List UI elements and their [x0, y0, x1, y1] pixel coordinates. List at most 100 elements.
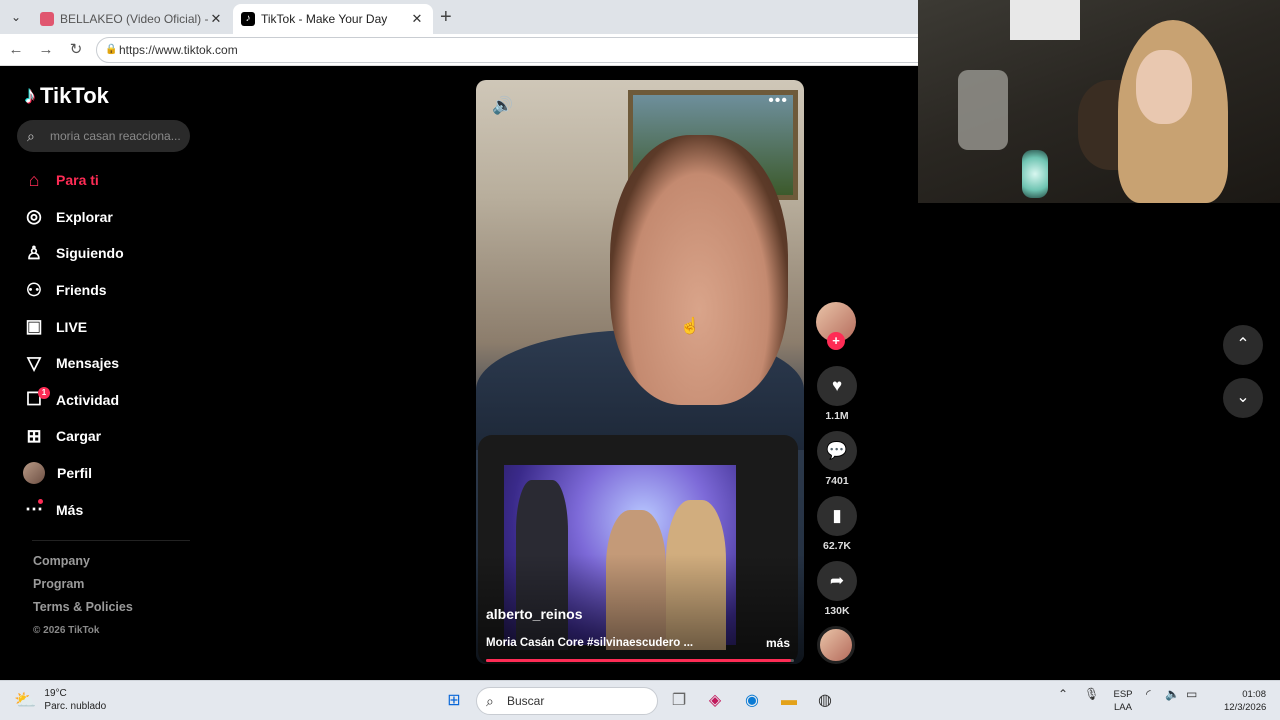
- new-tab-plus-icon[interactable]: +: [440, 6, 452, 29]
- follow-plus-icon[interactable]: +: [827, 332, 845, 350]
- messages-icon: ▽: [27, 352, 41, 373]
- sidebar-item-label: Más: [56, 501, 84, 518]
- compass-icon: ◎: [26, 206, 42, 227]
- search-icon: ⌕: [27, 128, 35, 144]
- sidebar-item-label: Mensajes: [56, 355, 120, 372]
- logo-text: TikTok: [40, 83, 109, 108]
- video-progress-fill: [486, 659, 791, 662]
- sidebar-item-label: Perfil: [57, 465, 93, 482]
- video-person-face: [610, 135, 788, 405]
- tiktok-logo[interactable]: ♪ TikTok: [24, 82, 109, 110]
- friends-icon: ⚇: [25, 279, 43, 300]
- weather-desc: Parc. nublado: [44, 701, 107, 712]
- upload-icon: ⊞: [26, 425, 42, 446]
- windows-start-icon[interactable]: ⊞: [440, 687, 468, 715]
- mouse-cursor-icon: ☝: [680, 318, 700, 335]
- copyright: © 2026 TikTok: [33, 625, 100, 636]
- chevron-up-icon[interactable]: ⌃: [1223, 325, 1263, 365]
- sidebar-item-siguiendo[interactable]: ♙ Siguiendo: [22, 235, 192, 272]
- comment-button[interactable]: 💬 7401: [817, 431, 857, 487]
- following-icon: ♙: [25, 242, 43, 263]
- youtube-favicon-icon: [40, 12, 54, 26]
- author-avatar[interactable]: +: [816, 302, 856, 350]
- video-player[interactable]: 🔊 ••• alberto_reinos Moria Casán Core #s…: [476, 80, 804, 664]
- tab-close-icon[interactable]: ✕: [409, 11, 425, 27]
- microphone-icon[interactable]: 🎙: [1084, 687, 1099, 701]
- taskbar-search[interactable]: ⌕ Buscar: [476, 687, 658, 715]
- share-icon: ➦: [817, 561, 857, 601]
- share-count: 130K: [824, 605, 850, 617]
- tab-tiktok[interactable]: ♪ TikTok - Make Your Day ✕: [233, 4, 433, 34]
- more-options-icon[interactable]: •••: [768, 92, 788, 110]
- search-placeholder: moria casan reacciona...: [50, 129, 181, 143]
- video-username[interactable]: alberto_reinos: [486, 606, 582, 622]
- sidebar-item-mensajes[interactable]: ▽ Mensajes: [22, 345, 192, 382]
- sidebar-item-explorar[interactable]: ◎ Explorar: [22, 199, 192, 236]
- comment-count: 7401: [825, 475, 849, 487]
- sidebar-item-friends[interactable]: ⚇ Friends: [22, 272, 192, 309]
- forward-arrow-icon[interactable]: →: [36, 40, 56, 60]
- speaker-icon[interactable]: 🔈: [1165, 687, 1180, 701]
- music-disc-avatar[interactable]: [817, 626, 855, 664]
- tray-overflow-chevron-icon[interactable]: ⌃: [1058, 687, 1068, 701]
- share-button[interactable]: ➦ 130K: [817, 561, 857, 617]
- language-indicator[interactable]: ESP LAA: [1110, 688, 1136, 714]
- video-progress-bar[interactable]: [486, 659, 794, 662]
- tiktok-note-icon: ♪: [24, 82, 36, 109]
- footer-link-program[interactable]: Program: [33, 577, 133, 600]
- sidebar-item-para-ti[interactable]: ⌂ Para ti: [22, 162, 192, 199]
- bookmark-icon: ▮: [817, 496, 857, 536]
- webcam-monitor: [1010, 0, 1080, 40]
- copilot-icon[interactable]: ◈: [701, 687, 729, 715]
- reload-icon[interactable]: ↻: [66, 40, 86, 60]
- tab-bellakeo[interactable]: BELLAKEO (Video Oficial) - Peso Pluma ✕: [32, 4, 232, 34]
- video-description: Moria Casán Core #silvinaescudero ...: [486, 637, 694, 649]
- sidebar-item-label: Cargar: [56, 428, 102, 445]
- wifi-icon[interactable]: ◜: [1146, 687, 1151, 701]
- save-button[interactable]: ▮ 62.7K: [817, 496, 857, 552]
- language-code: ESP: [1113, 689, 1133, 700]
- webcam-person-face: [1136, 50, 1192, 124]
- sidebar-item-label: Para ti: [56, 172, 99, 189]
- sidebar-item-live[interactable]: ▣ LIVE: [22, 308, 192, 345]
- volume-icon[interactable]: 🔊: [492, 96, 513, 116]
- like-count: 1.1M: [825, 410, 849, 422]
- search-icon: ⌕: [486, 693, 494, 709]
- sidebar-item-label: Actividad: [56, 391, 120, 408]
- system-clock[interactable]: 01:08 12/3/2026: [1224, 688, 1266, 714]
- weather-widget[interactable]: ⛅ 19°C Parc. nublado: [14, 687, 106, 713]
- see-more-link[interactable]: más: [766, 636, 790, 650]
- obs-recording-icon[interactable]: ◍: [811, 687, 839, 715]
- sidebar-divider: [32, 540, 190, 541]
- comment-icon: 💬: [817, 431, 857, 471]
- sidebar-item-perfil[interactable]: Perfil: [22, 455, 192, 492]
- sidebar-item-label: Siguiendo: [56, 245, 124, 262]
- webcam-chair: [958, 70, 1008, 150]
- clock-time: 01:08: [1242, 689, 1266, 700]
- footer-link-company[interactable]: Company: [33, 554, 133, 577]
- video-actions: + ♥ 1.1M 💬 7401 ▮ 62.7K ➦ 130K: [816, 302, 858, 664]
- sidebar-nav: ⌂ Para ti ◎ Explorar ♙ Siguiendo ⚇ Frien…: [22, 162, 192, 528]
- file-explorer-icon[interactable]: ▬: [775, 687, 803, 715]
- like-button[interactable]: ♥ 1.1M: [817, 366, 857, 422]
- weather-temp: 19°C: [44, 688, 67, 699]
- chevron-down-icon[interactable]: ⌄: [1223, 378, 1263, 418]
- footer-link-terms[interactable]: Terms & Policies: [33, 600, 133, 623]
- search-input[interactable]: ⌕ moria casan reacciona...: [17, 120, 190, 152]
- avatar: [23, 462, 45, 485]
- sidebar-item-cargar[interactable]: ⊞ Cargar: [22, 418, 192, 455]
- tab-close-icon[interactable]: ✕: [208, 11, 224, 27]
- sidebar-item-mas[interactable]: ⋯ Más: [22, 491, 192, 528]
- task-view-icon[interactable]: ❐: [665, 687, 693, 715]
- save-count: 62.7K: [822, 540, 852, 552]
- home-icon: ⌂: [28, 169, 40, 190]
- partly-cloudy-icon: ⛅: [14, 689, 37, 710]
- back-arrow-icon[interactable]: ←: [6, 40, 26, 60]
- windows-taskbar: ⛅ 19°C Parc. nublado ⊞ ⌕ Buscar ❐ ◈ ◉ ▬ …: [0, 680, 1280, 720]
- sidebar-item-actividad[interactable]: ☐ 1 Actividad: [22, 382, 192, 419]
- edge-browser-icon[interactable]: ◉: [738, 687, 766, 715]
- battery-icon[interactable]: ▭: [1186, 687, 1197, 701]
- live-icon: ▣: [25, 316, 43, 337]
- tab-actions-chevron-icon[interactable]: ⌄: [6, 7, 26, 27]
- sidebar-item-label: Friends: [56, 282, 107, 299]
